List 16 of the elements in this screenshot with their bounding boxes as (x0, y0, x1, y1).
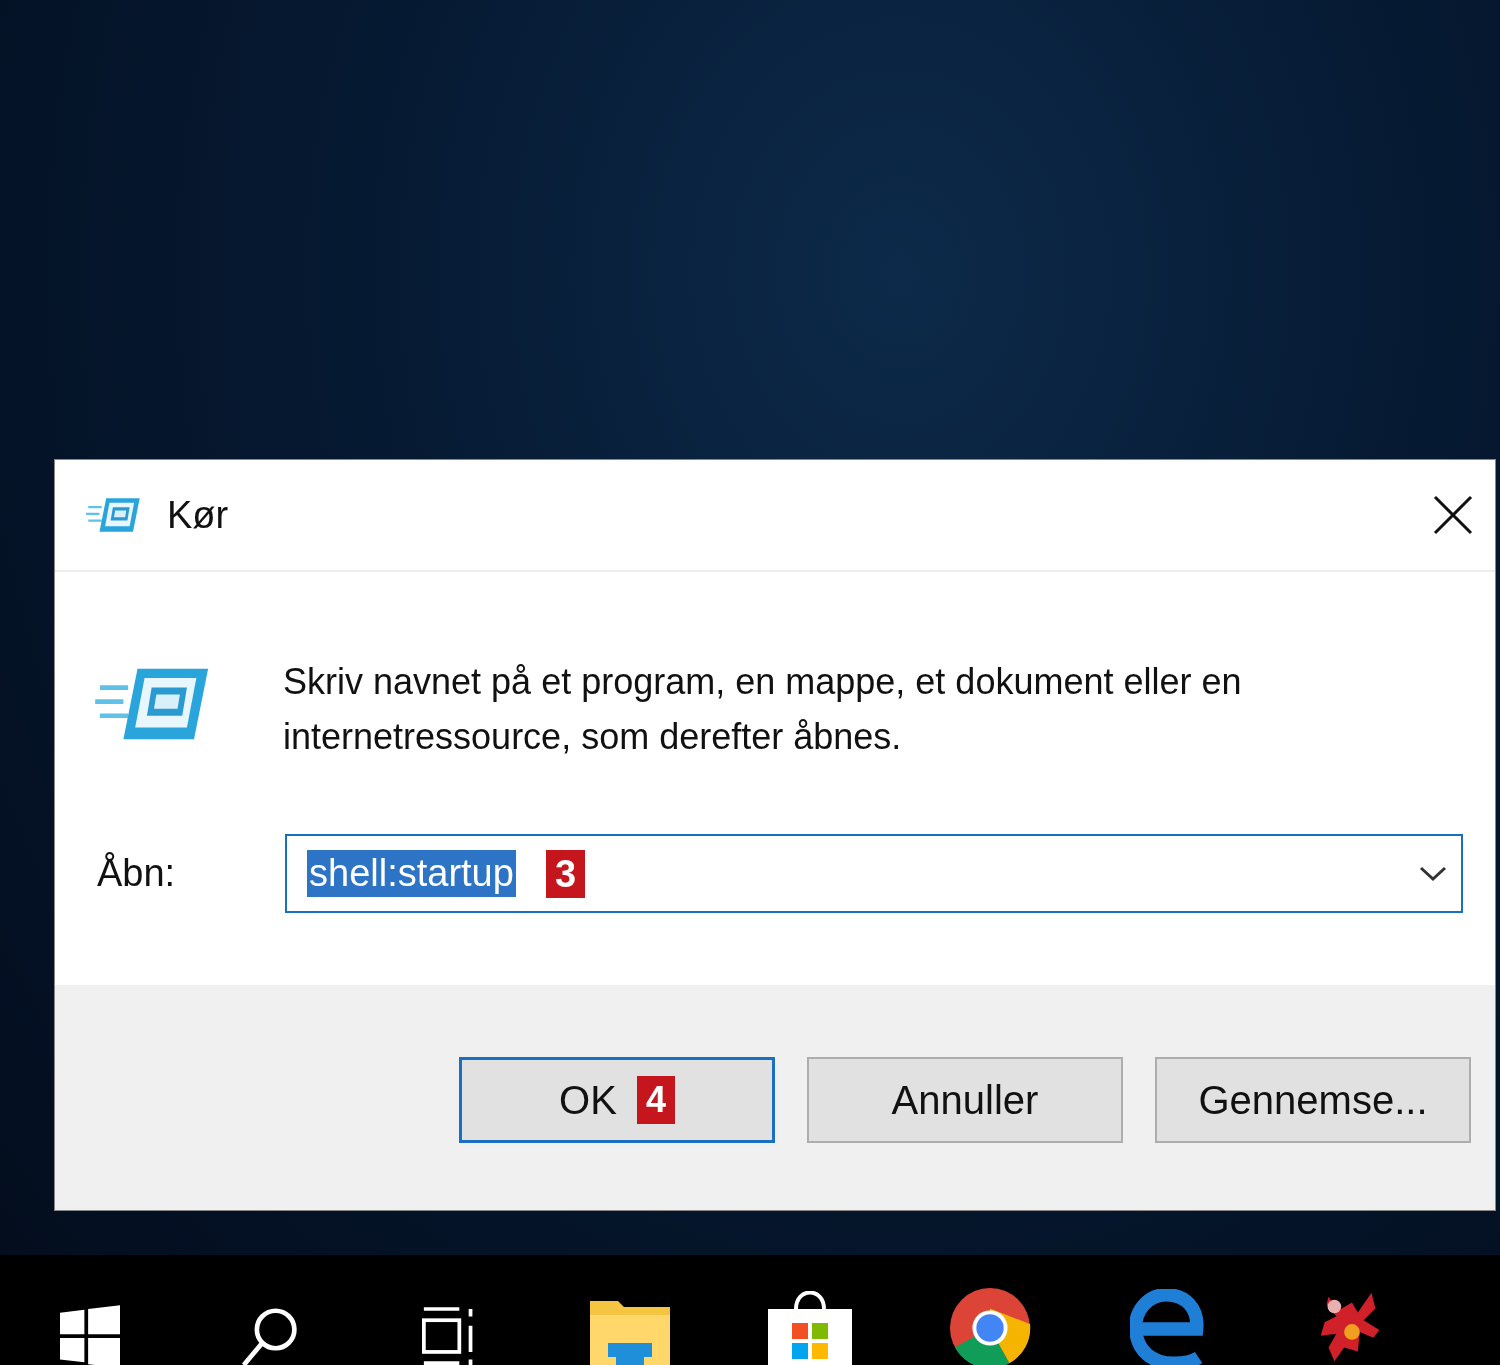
close-icon (1433, 495, 1473, 535)
chrome-icon[interactable] (949, 1287, 1031, 1365)
windows-logo-icon[interactable] (60, 1305, 120, 1365)
window-title: Kør (167, 493, 230, 537)
dialog-button[interactable]: OK 4 (459, 1057, 775, 1143)
search-icon[interactable] (240, 1305, 300, 1365)
chevron-down-icon[interactable] (1419, 865, 1447, 882)
callout-badge: 3 (545, 849, 586, 898)
open-label: Åbn: (97, 852, 177, 895)
instruction-text: Skriv navnet på et program, en mappe, et dokument eller en internetressource, som derefter åbnes. (283, 660, 1243, 759)
callout-badge: 4 (636, 1076, 675, 1124)
run-app-icon (85, 496, 143, 534)
dialog-button[interactable]: Gennemse... (1155, 1057, 1471, 1143)
shopping-bag-icon[interactable] (768, 1291, 852, 1365)
open-field[interactable]: shell:startup 3 (285, 834, 1463, 913)
dialog-button[interactable]: Annuller (807, 1057, 1123, 1143)
